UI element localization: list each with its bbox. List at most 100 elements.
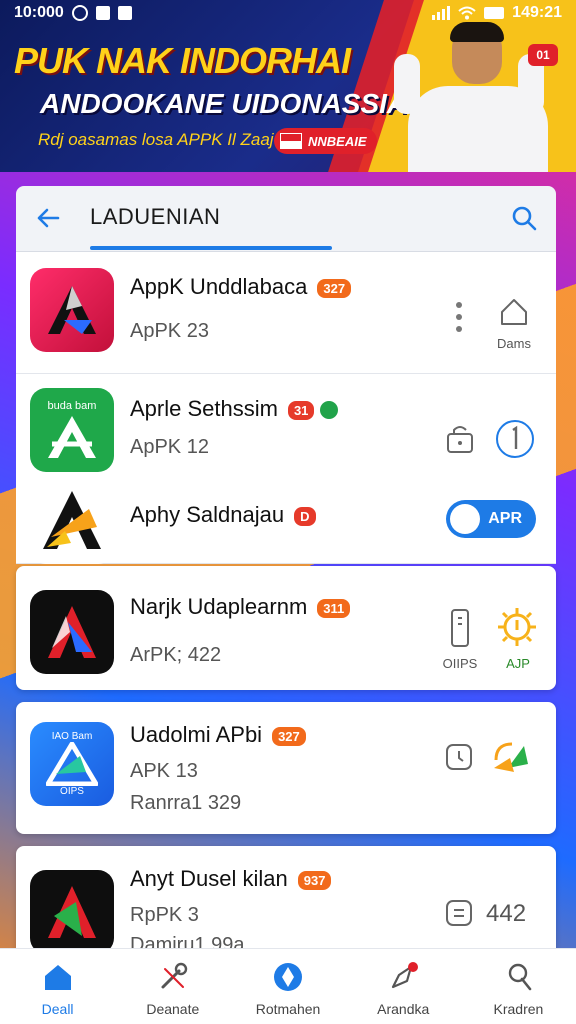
- install-button-label: APR: [488, 510, 522, 527]
- list-item[interactable]: Aphy Saldnajau D APR: [16, 474, 556, 564]
- app-icon: IAO Bam OIPS: [30, 722, 114, 806]
- banner-button[interactable]: NNBEAIE: [274, 128, 377, 154]
- nav-item-rocket[interactable]: Arandka: [346, 949, 461, 1024]
- app-badge: 31: [287, 400, 315, 420]
- search-title[interactable]: LADUENIAN: [90, 204, 220, 230]
- app-icon-text: IAO Bam: [51, 731, 93, 742]
- wifi-icon: [458, 6, 476, 20]
- status-left: 10:000: [14, 4, 132, 22]
- home-icon: [44, 965, 71, 990]
- lock-icon[interactable]: [444, 422, 476, 454]
- list-item[interactable]: buda bam Aprle Sethssim 31 ApPK 12: [16, 374, 556, 474]
- search-bar: LADUENIAN: [16, 186, 556, 252]
- app-badge: 327: [272, 726, 306, 746]
- bottom-navigation: Deall Deanate Rotmahen Arandka Kradren: [0, 948, 576, 1024]
- list-item[interactable]: Anyt Dusel kilan 937 RpPK 3 Damiru1 99a 4…: [16, 846, 556, 956]
- clock-icon[interactable]: [444, 742, 474, 772]
- app-name-row: Anyt Dusel kilan 937: [130, 866, 332, 892]
- rocket-icon: [392, 962, 419, 989]
- app-icon-text: buda bam: [47, 400, 97, 412]
- notification-icon: [95, 6, 110, 20]
- nav-label: Deanate: [146, 1001, 200, 1017]
- info-circle-icon[interactable]: [494, 418, 536, 460]
- app-logo-icon: [48, 416, 96, 458]
- app-meta: APK 13: [130, 760, 198, 782]
- side-label: OIIPS: [442, 656, 478, 671]
- banner-button-label: NNBEAIE: [308, 133, 367, 149]
- app-meta-secondary: Ranrra1 329: [130, 792, 242, 814]
- nav-label: Deall: [41, 1001, 74, 1017]
- notification-icon: [117, 6, 132, 20]
- share-icon[interactable]: [490, 738, 530, 776]
- app-list-panel: LADUENIAN AppK Unddlabaca 327 ApPK 23 Dam…: [16, 186, 556, 956]
- app-name: AppK Unddlabaca: [130, 274, 308, 299]
- status-time: 10:000: [14, 4, 64, 21]
- nav-item-home[interactable]: Deall: [0, 949, 115, 1024]
- app-name-row: Aphy Saldnajau D: [130, 502, 316, 528]
- app-icon: [30, 870, 114, 954]
- home-share-icon[interactable]: [498, 296, 530, 328]
- app-name-row: Uadolmi APbi 327: [130, 722, 306, 748]
- banner-subtitle: ANDOOKANE UIDONASSIAI: [40, 88, 415, 119]
- status-clock: 149:21: [512, 4, 562, 21]
- app-logo-icon: [43, 491, 101, 549]
- list-item[interactable]: AppK Unddlabaca 327 ApPK 23 Dams: [16, 252, 556, 374]
- nav-item-globe[interactable]: Rotmahen: [230, 949, 345, 1024]
- app-name: Uadolmi APbi: [130, 722, 263, 747]
- app-badge: 311: [317, 598, 351, 618]
- nav-item-profile[interactable]: Kradren: [461, 949, 576, 1024]
- sun-icon[interactable]: [496, 606, 538, 648]
- app-name: Narjk Udaplearnm: [130, 594, 308, 619]
- install-button[interactable]: APR: [446, 500, 536, 538]
- nav-label: Rotmahen: [255, 1001, 321, 1017]
- app-icon-text: OIPS: [60, 786, 84, 797]
- app-badge: D: [294, 506, 316, 526]
- app-logo-icon: [48, 286, 96, 334]
- app-meta: RpPK 3: [130, 904, 199, 926]
- app-meta: ArPK; 422: [130, 644, 222, 666]
- app-badge: 937: [297, 870, 332, 890]
- app-meta: ApPK 23: [130, 320, 209, 342]
- battery-icon: [484, 7, 505, 19]
- search-underline: [90, 246, 332, 250]
- verified-icon: [320, 401, 339, 420]
- list-item[interactable]: Narjk Udaplearnm 311 ArPK; 422 OIIPS AJP: [16, 566, 556, 690]
- search-icon: [450, 504, 480, 534]
- app-name-row: Narjk Udaplearnm 311: [130, 594, 351, 620]
- app-name: Anyt Dusel kilan: [130, 866, 288, 891]
- banner-person: [394, 22, 550, 172]
- banner-title: PUK NAK INDORHAI: [14, 40, 351, 81]
- list-item[interactable]: IAO Bam OIPS Uadolmi APbi 327 APK 13 Ranr…: [16, 702, 556, 834]
- app-badge: 327: [317, 278, 352, 298]
- person-body: [408, 86, 548, 172]
- side-value: 442: [486, 900, 527, 927]
- signal-icon: [432, 6, 451, 20]
- side-label: AJP: [506, 656, 530, 671]
- app-name: Aprle Sethssim: [130, 396, 278, 421]
- app-name: Aphy Saldnajau: [130, 502, 285, 527]
- nav-label: Arandka: [377, 1001, 430, 1017]
- app-icon: [30, 590, 114, 674]
- app-logo-icon: [46, 742, 98, 786]
- flag-icon: [280, 133, 302, 149]
- side-label: Dams: [497, 336, 531, 351]
- app-name-row: Aprle Sethssim 31: [130, 396, 339, 422]
- app-icon: [30, 480, 114, 564]
- banner-badge: 01: [528, 44, 558, 66]
- search-icon[interactable]: [510, 204, 538, 232]
- app-logo-icon: [48, 886, 96, 938]
- app-icon: [30, 268, 114, 352]
- phone-icon[interactable]: [448, 608, 472, 648]
- app-name-row: AppK Unddlabaca 327: [130, 274, 352, 300]
- banner-tagline: Rdj oasamas losa APPK Il Zaaj: [38, 130, 274, 149]
- tools-icon: [161, 962, 187, 989]
- back-arrow-icon[interactable]: [34, 204, 62, 232]
- status-right: 149:21: [432, 4, 562, 22]
- app-meta: ApPK 12: [130, 436, 209, 458]
- nav-item-tools[interactable]: Deanate: [115, 949, 230, 1024]
- app-icon: buda bam: [30, 388, 114, 472]
- profile-icon: [509, 963, 532, 991]
- calendar-icon[interactable]: [444, 898, 474, 928]
- nav-label: Kradren: [493, 1001, 544, 1017]
- more-options-icon[interactable]: [452, 300, 466, 334]
